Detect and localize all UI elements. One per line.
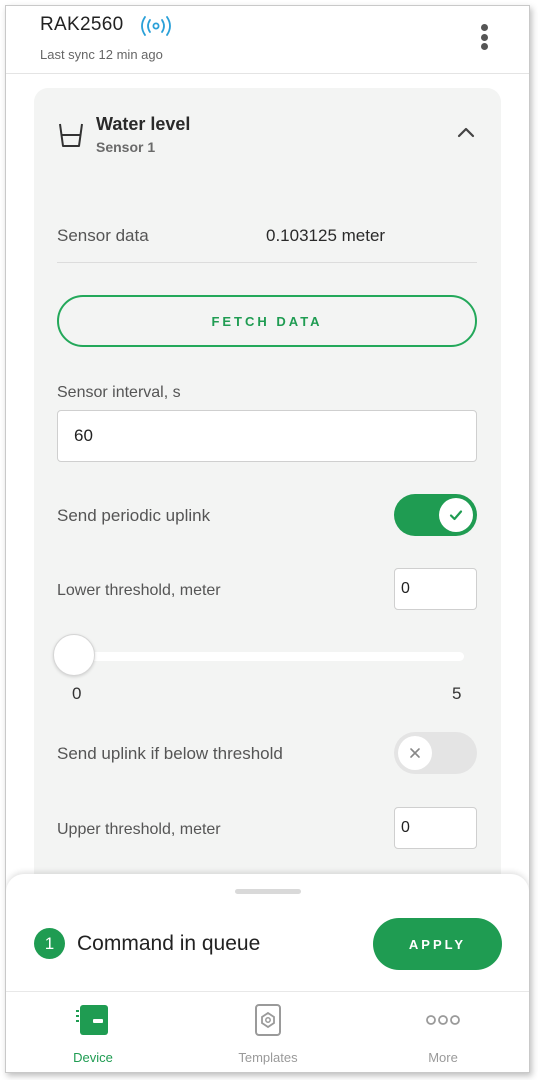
divider [57, 262, 477, 263]
sensor-interval-input[interactable] [57, 410, 477, 462]
lower-threshold-input[interactable] [394, 568, 477, 610]
below-threshold-label: Send uplink if below threshold [57, 744, 283, 763]
command-queue-sheet: 1 Command in queue APPLY Device Template… [6, 874, 529, 1072]
app-frame: RAK2560 Last sync 12 min ago Water level… [5, 5, 530, 1073]
toggle-knob [398, 736, 432, 770]
below-threshold-toggle[interactable] [394, 732, 477, 774]
upper-threshold-label: Upper threshold, meter [57, 821, 221, 838]
template-icon [255, 1004, 281, 1036]
card-title: Water level [96, 114, 191, 134]
queue-count-badge: 1 [34, 928, 65, 959]
threshold-slider-track[interactable] [74, 652, 464, 661]
chevron-up-icon[interactable] [457, 126, 475, 138]
upper-threshold-input[interactable] [394, 807, 477, 849]
nav-device-label: Device [73, 1050, 113, 1065]
water-cup-icon [59, 123, 83, 147]
card-subtitle: Sensor 1 [96, 139, 156, 155]
nav-more-label: More [428, 1050, 458, 1065]
nav-more[interactable]: More [383, 1002, 503, 1065]
more-horiz-icon [426, 1015, 460, 1025]
device-name: RAK2560 [40, 14, 124, 35]
sensor-data-value: 0.103125 meter [266, 226, 386, 245]
lower-threshold-label: Lower threshold, meter [57, 582, 221, 599]
check-icon [449, 510, 463, 521]
close-icon [410, 748, 420, 758]
more-vert-icon[interactable] [479, 24, 489, 54]
periodic-uplink-label: Send periodic uplink [57, 506, 211, 525]
threshold-slider-thumb[interactable] [53, 634, 95, 676]
nav-divider [6, 991, 529, 992]
slider-min-label: 0 [72, 684, 82, 703]
last-sync-text: Last sync 12 min ago [40, 47, 163, 62]
toggle-knob [439, 498, 473, 532]
device-board-icon [76, 1005, 108, 1035]
slider-max-label: 5 [452, 684, 462, 703]
periodic-uplink-toggle[interactable] [394, 494, 477, 536]
sensor-data-label: Sensor data [57, 226, 149, 245]
queue-text: Command in queue [77, 932, 261, 955]
sensor-card: Water level Sensor 1 Sensor data 0.10312… [34, 88, 501, 988]
apply-button[interactable]: APPLY [373, 918, 502, 970]
nav-templates[interactable]: Templates [208, 1002, 328, 1065]
sheet-drag-handle[interactable] [235, 889, 301, 894]
sensor-interval-label: Sensor interval, s [57, 384, 181, 401]
nav-templates-label: Templates [238, 1050, 298, 1065]
app-header: RAK2560 Last sync 12 min ago [6, 6, 529, 74]
fetch-data-button[interactable]: FETCH DATA [57, 295, 477, 347]
nav-device[interactable]: Device [33, 1002, 153, 1065]
signal-broadcast-icon [141, 16, 171, 36]
